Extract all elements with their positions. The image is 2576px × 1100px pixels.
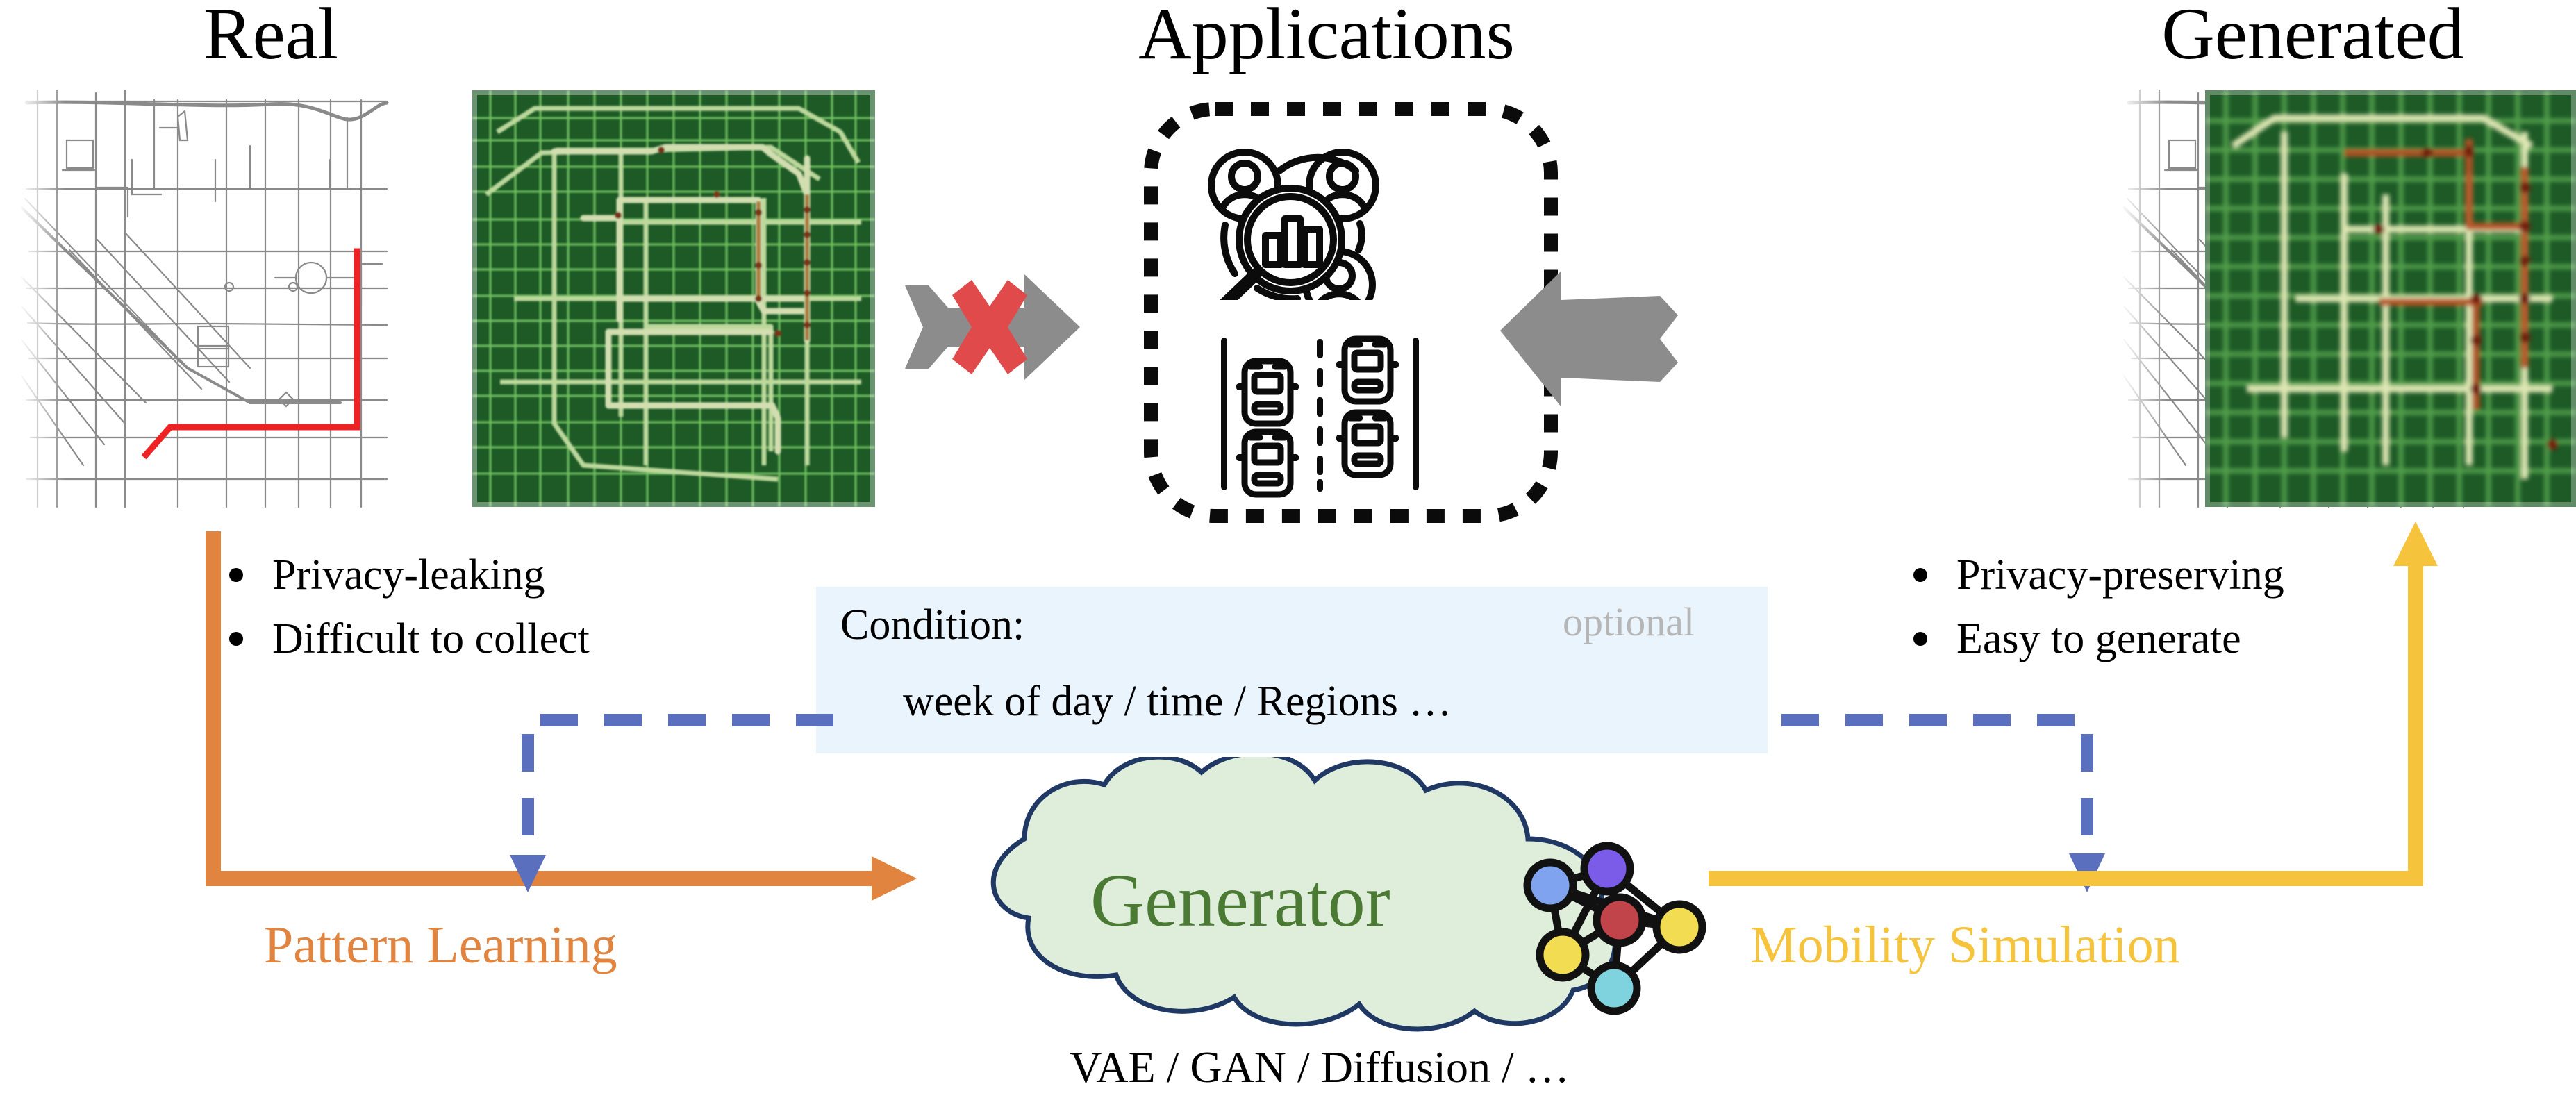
page-title-real: Real — [203, 0, 339, 74]
mobility-simulation-flow-arrow — [1695, 517, 2452, 934]
real-road-map — [21, 76, 392, 514]
bullet-point-icon — [229, 631, 243, 646]
people-analytics-icon — [1207, 126, 1436, 322]
left-arrow — [1472, 249, 1695, 415]
bullet-label: Privacy-leaking — [272, 551, 545, 599]
figure-root: Real Applications Generated Privacy-leak… — [0, 0, 2576, 1100]
blocked-right-arrow — [886, 247, 1094, 420]
mobility-simulation-label: Mobility Simulation — [1750, 916, 2180, 974]
generated-traffic-heatmap — [2205, 90, 2576, 507]
bullet-label: Difficult to collect — [272, 615, 590, 662]
page-title-applications: Applications — [1138, 0, 1515, 74]
neural-network-icon — [1515, 809, 1724, 1017]
list-item: Privacy-leaking — [229, 549, 590, 603]
real-traffic-heatmap — [472, 90, 875, 507]
optional-badge: optional — [1563, 599, 1695, 644]
condition-label: Condition: — [840, 601, 1025, 649]
bullet-point-icon — [229, 568, 243, 582]
page-title-generated: Generated — [2161, 0, 2464, 74]
traffic-lanes-icon — [1214, 326, 1429, 500]
pattern-learning-label: Pattern Learning — [264, 916, 617, 974]
left-bullet-list: Privacy-leaking Difficult to collect — [229, 549, 590, 676]
condition-to-learning-connector — [486, 691, 847, 899]
list-item: Difficult to collect — [229, 612, 590, 667]
generator-title: Generator — [1090, 860, 1390, 942]
condition-body: week of day / time / Regions … — [903, 678, 1452, 725]
generator-subtitle: VAE / GAN / Diffusion / … — [1070, 1042, 1570, 1092]
